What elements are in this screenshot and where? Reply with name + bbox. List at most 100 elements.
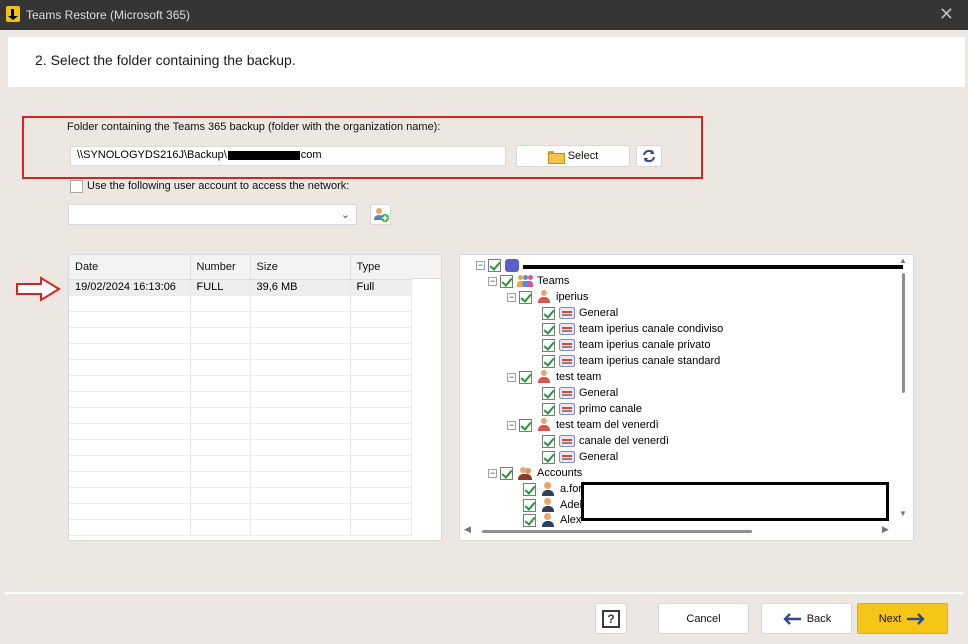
scroll-thumb[interactable] [482, 530, 752, 533]
tree-node-channel[interactable]: General [542, 385, 618, 401]
window-title: Teams Restore (Microsoft 365) [26, 8, 191, 22]
scroll-left-icon[interactable]: ◀ [464, 524, 471, 535]
tree-node-accounts[interactable]: − Accounts [488, 465, 582, 481]
title-bar: Teams Restore (Microsoft 365) ✕ [0, 0, 968, 30]
column-header-size[interactable]: Size [250, 255, 351, 280]
tree-checkbox[interactable] [542, 434, 555, 448]
tree-checkbox[interactable] [523, 498, 536, 512]
empty-row [69, 343, 412, 360]
tree-checkbox[interactable] [523, 482, 536, 496]
next-label: Next [878, 612, 902, 625]
tree-node-channel[interactable]: General [542, 305, 618, 321]
backup-list[interactable]: Date Number Size Type 19/02/2024 16:13:0… [68, 254, 442, 541]
collapse-icon[interactable]: − [476, 260, 485, 270]
table-row[interactable]: 19/02/2024 16:13:06 FULL 39,6 MB Full [69, 279, 412, 296]
channel-icon [559, 339, 575, 351]
tree-checkbox[interactable] [542, 450, 555, 464]
tree-node-channel[interactable]: canale del venerdì [542, 433, 669, 449]
cancel-label: Cancel [686, 612, 721, 625]
empty-row [69, 471, 412, 488]
scroll-thumb[interactable] [902, 273, 905, 393]
scroll-right-icon[interactable]: ▶ [882, 524, 889, 535]
redaction-mark [227, 150, 300, 160]
tree-checkbox[interactable] [500, 274, 513, 288]
tree-checkbox[interactable] [542, 338, 555, 352]
next-button[interactable]: Next [857, 603, 948, 634]
tree-checkbox[interactable] [500, 466, 513, 480]
tree-node-channel[interactable]: primo canale [542, 401, 642, 417]
scroll-down-icon[interactable]: ▼ [899, 509, 907, 518]
tree-checkbox[interactable] [519, 290, 532, 304]
team-icon [536, 290, 552, 304]
tree-node-channel[interactable]: team iperius canale standard [542, 353, 720, 369]
tree-node-account[interactable]: Adele [523, 497, 588, 513]
tree-node-team[interactable]: − test team [507, 369, 601, 385]
empty-row [69, 327, 412, 344]
accounts-icon [517, 466, 533, 480]
collapse-icon[interactable]: − [488, 276, 497, 286]
tree-node-channel[interactable]: team iperius canale privato [542, 337, 710, 353]
add-user-button[interactable] [370, 204, 391, 225]
empty-row [69, 311, 412, 328]
path-prefix: \\SYNOLOGYDS216J\Backup\ [77, 149, 227, 161]
column-header-date[interactable]: Date [69, 255, 191, 280]
network-account-checkbox[interactable] [70, 180, 83, 193]
tree-checkbox[interactable] [542, 402, 555, 416]
refresh-icon [643, 149, 655, 163]
tree-checkbox[interactable] [488, 258, 501, 272]
collapse-icon[interactable]: − [507, 292, 516, 302]
network-account-label: Use the following user account to access… [87, 180, 350, 192]
tree-checkbox[interactable] [542, 386, 555, 400]
back-arrow-icon [783, 612, 801, 625]
channel-icon [559, 451, 575, 463]
select-folder-button[interactable]: Select [516, 145, 630, 167]
folder-label: Folder containing the Teams 365 backup (… [67, 121, 441, 133]
folder-icon [547, 150, 565, 164]
redacted-root-name [523, 265, 903, 269]
tree-root[interactable]: − [476, 257, 903, 273]
refresh-button[interactable] [636, 145, 662, 167]
tree-checkbox[interactable] [542, 306, 555, 320]
empty-row [69, 455, 412, 472]
channel-icon [559, 323, 575, 335]
empty-row [69, 439, 412, 456]
back-label: Back [806, 612, 832, 625]
tree-label: test team del venerdì [556, 419, 659, 431]
collapse-icon[interactable]: − [507, 372, 516, 382]
pointer-arrow-icon [16, 276, 61, 302]
backup-folder-input[interactable]: \\SYNOLOGYDS216J\Backup\ com [70, 146, 506, 166]
scroll-up-icon[interactable]: ▲ [899, 256, 907, 265]
tree-node-channel[interactable]: team iperius canale condiviso [542, 321, 723, 337]
collapse-icon[interactable]: − [488, 468, 497, 478]
tree-vertical-scrollbar[interactable]: ▲ ▼ [899, 256, 909, 521]
select-button-label: Select [567, 150, 599, 162]
tree-node-channel[interactable]: General [542, 449, 618, 465]
tree-checkbox[interactable] [519, 370, 532, 384]
redaction-box [581, 482, 889, 521]
tree-checkbox[interactable] [523, 513, 536, 527]
column-header-number[interactable]: Number [190, 255, 251, 280]
collapse-icon[interactable]: − [507, 420, 516, 430]
path-suffix: com [300, 149, 322, 161]
tree-horizontal-scrollbar[interactable]: ◀ ▶ [464, 524, 894, 536]
network-account-select[interactable]: ⌄ [68, 204, 357, 225]
tree-node-teams[interactable]: − Teams [488, 273, 569, 289]
channel-icon [559, 387, 575, 399]
help-button[interactable]: ? [595, 603, 627, 634]
tree-label: team iperius canale privato [579, 339, 711, 351]
close-icon[interactable]: ✕ [939, 4, 954, 25]
tree-checkbox[interactable] [519, 418, 532, 432]
empty-row [69, 423, 412, 440]
channel-icon [559, 435, 575, 447]
tree-label: Accounts [537, 467, 583, 479]
channel-icon [559, 355, 575, 367]
back-button[interactable]: Back [761, 603, 852, 634]
tree-checkbox[interactable] [542, 322, 555, 336]
chevron-down-icon: ⌄ [340, 209, 350, 221]
tree-node-team[interactable]: − iperius [507, 289, 588, 305]
tree-node-team[interactable]: − test team del venerdì [507, 417, 659, 433]
column-header-type[interactable]: Type [350, 255, 412, 280]
tree-node-account[interactable]: a.for [523, 481, 582, 497]
tree-checkbox[interactable] [542, 354, 555, 368]
cancel-button[interactable]: Cancel [658, 603, 749, 634]
